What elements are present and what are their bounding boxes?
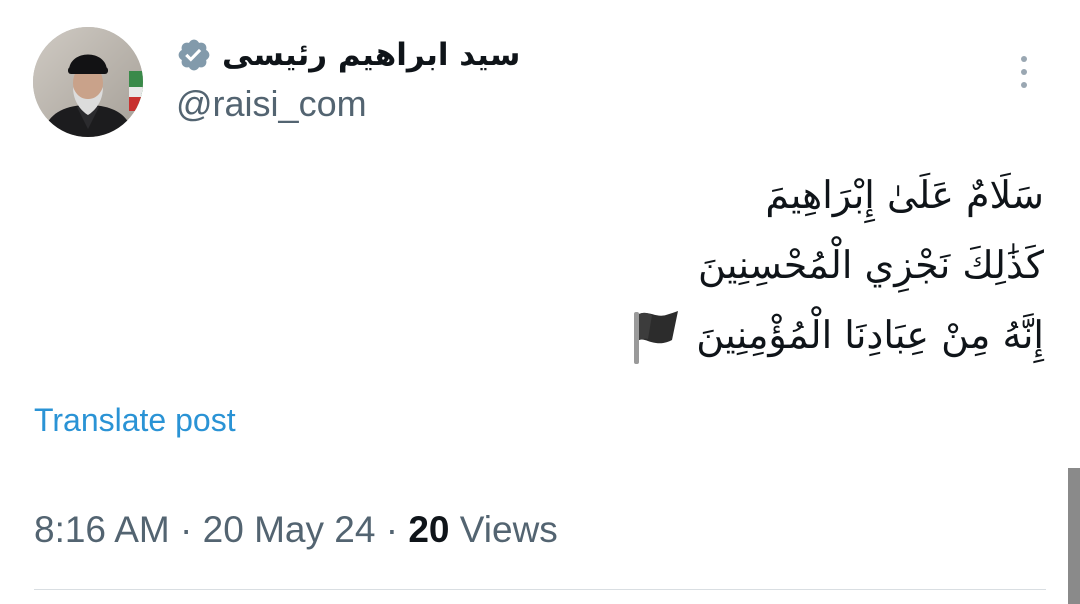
tweet-time[interactable]: 8:16 AM: [34, 509, 170, 550]
divider: [34, 589, 1046, 590]
translate-post-link[interactable]: Translate post: [34, 402, 236, 439]
author-avatar[interactable]: [33, 27, 143, 137]
more-dot: [1021, 69, 1027, 75]
tweet-card: سید ابراهیم رئیسی @raisi_com سَلَامٌ عَل…: [0, 0, 1080, 604]
more-dot: [1021, 82, 1027, 88]
scrollbar-thumb[interactable]: [1068, 468, 1080, 604]
tweet-line-text: إِنَّهُ مِنْ عِبَادِنَا الْمُؤْمِنِينَ: [696, 313, 1044, 357]
tweet-line-text: سَلَامٌ عَلَىٰ إِبْرَاهِيمَ: [765, 173, 1044, 217]
views-label: Views: [449, 509, 558, 550]
author-display-name[interactable]: سید ابراهیم رئیسی: [222, 39, 520, 71]
tweet-meta: 8:16 AM · 20 May 24 · 20 Views: [34, 509, 558, 551]
more-dot: [1021, 56, 1027, 62]
verified-badge-icon: [176, 37, 212, 73]
author-name-row: سید ابراهیم رئیسی: [176, 32, 520, 78]
tweet-line-1: سَلَامٌ عَلَىٰ إِبْرَاهِيمَ: [344, 160, 1044, 230]
black-flag-icon: [628, 306, 682, 364]
tweet-date[interactable]: 20 May 24: [203, 509, 376, 550]
profile-photo-icon: [33, 27, 143, 137]
tweet-line-3: إِنَّهُ مِنْ عِبَادِنَا الْمُؤْمِنِينَ: [344, 300, 1044, 370]
more-options-button[interactable]: [1008, 50, 1040, 94]
meta-separator: ·: [169, 509, 203, 550]
tweet-text: سَلَامٌ عَلَىٰ إِبْرَاهِيمَ كَذَٰلِكَ نَ…: [344, 160, 1044, 370]
tweet-line-2: كَذَٰلِكَ نَجْزِي الْمُحْسِنِينَ: [344, 230, 1044, 300]
tweet-line-text: كَذَٰلِكَ نَجْزِي الْمُحْسِنِينَ: [697, 243, 1044, 287]
meta-separator: ·: [375, 509, 409, 550]
views-count: 20: [408, 509, 450, 550]
author-handle[interactable]: @raisi_com: [176, 84, 367, 124]
